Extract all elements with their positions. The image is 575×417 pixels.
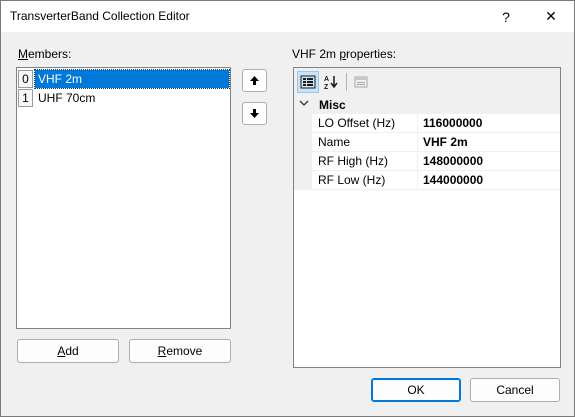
property-row[interactable]: LO Offset (Hz) 116000000 [294, 114, 560, 133]
list-item-text: VHF 2m [34, 69, 230, 89]
remove-button[interactable]: Remove [129, 339, 231, 363]
property-value[interactable]: VHF 2m [418, 133, 560, 152]
property-name: Name [312, 133, 418, 152]
arrow-down-icon [250, 109, 259, 118]
property-value[interactable]: 116000000 [418, 114, 560, 133]
categorized-button[interactable] [297, 71, 319, 93]
property-value[interactable]: 148000000 [418, 152, 560, 171]
alphabetical-button[interactable]: A Z [320, 71, 342, 93]
ok-button[interactable]: OK [371, 378, 461, 402]
property-grid[interactable]: A Z Misc LO Offset (Hz) 116000000 Name V… [293, 67, 561, 368]
property-row[interactable]: RF High (Hz) 148000000 [294, 152, 560, 171]
cancel-button[interactable]: Cancel [470, 378, 560, 402]
property-pages-button[interactable] [350, 71, 372, 93]
property-value[interactable]: 144000000 [418, 171, 560, 190]
property-row[interactable]: RF Low (Hz) 144000000 [294, 171, 560, 190]
add-button[interactable]: Add [17, 339, 119, 363]
property-name: RF Low (Hz) [312, 171, 418, 190]
collection-editor-dialog: TransverterBand Collection Editor ? ✕ Me… [0, 0, 575, 417]
category-name: Misc [319, 98, 346, 112]
toolbar-separator [346, 73, 347, 91]
svg-text:A: A [324, 76, 329, 83]
list-item-index: 1 [18, 89, 33, 107]
help-icon: ? [502, 8, 510, 25]
property-name: LO Offset (Hz) [312, 114, 418, 133]
property-row[interactable]: Name VHF 2m [294, 133, 560, 152]
list-item-index: 0 [18, 70, 33, 88]
close-button[interactable]: ✕ [528, 1, 574, 32]
help-button[interactable]: ? [483, 1, 529, 32]
sort-alphabetical-icon: A Z [324, 76, 338, 90]
properties-label: VHF 2m properties: [292, 47, 397, 61]
categorized-icon [300, 75, 316, 89]
members-label: Members: [18, 47, 72, 61]
title-bar: TransverterBand Collection Editor ? ✕ [1, 1, 574, 32]
list-item[interactable]: 1 UHF 70cm [18, 89, 229, 107]
members-list[interactable]: 0 VHF 2m 1 UHF 70cm [16, 67, 231, 329]
chevron-down-icon[interactable] [299, 98, 309, 111]
window-title: TransverterBand Collection Editor [10, 9, 190, 23]
arrow-up-icon [250, 76, 259, 85]
list-item[interactable]: 0 VHF 2m [18, 69, 230, 89]
move-down-button[interactable] [242, 102, 267, 125]
svg-text:Z: Z [324, 84, 329, 90]
property-name: RF High (Hz) [312, 152, 418, 171]
property-pages-icon [354, 76, 368, 88]
close-icon: ✕ [545, 8, 557, 24]
property-grid-toolbar: A Z [294, 68, 560, 95]
list-item-text: UHF 70cm [38, 91, 96, 105]
move-up-button[interactable] [242, 69, 267, 92]
category-row[interactable]: Misc [294, 95, 560, 114]
